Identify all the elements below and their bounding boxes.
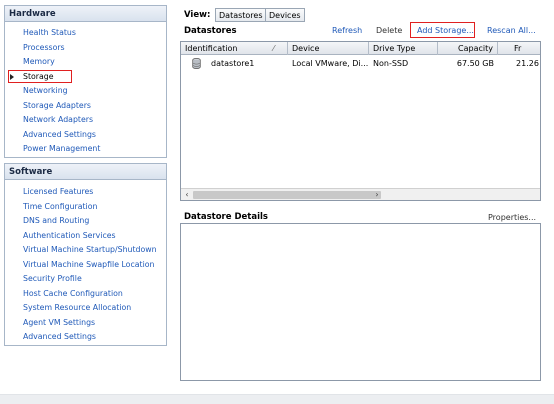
cell-device: Local VMware, Di...	[292, 59, 369, 68]
nav-storage-adapters[interactable]: Storage Adapters	[23, 100, 91, 112]
rescan-all-link[interactable]: Rescan All...	[487, 26, 536, 35]
selected-arrow-icon	[10, 74, 14, 80]
nav-security-profile[interactable]: Security Profile	[23, 273, 82, 285]
nav-vm-startup-shutdown[interactable]: Virtual Machine Startup/Shutdown	[23, 244, 157, 256]
nav-system-resource-allocation[interactable]: System Resource Allocation	[23, 302, 131, 314]
table-row[interactable]: datastore1 Local VMware, Di... Non-SSD 6…	[181, 42, 540, 72]
nav-authentication-services[interactable]: Authentication Services	[23, 230, 116, 242]
nav-memory[interactable]: Memory	[23, 56, 55, 68]
add-storage-link[interactable]: Add Storage...	[417, 26, 474, 35]
datastores-title: Datastores	[184, 26, 237, 36]
properties-link[interactable]: Properties...	[488, 213, 536, 222]
nav-agent-vm-settings[interactable]: Agent VM Settings	[23, 317, 95, 329]
nav-vm-swapfile-location[interactable]: Virtual Machine Swapfile Location	[23, 259, 154, 271]
nav-network-adapters[interactable]: Network Adapters	[23, 114, 93, 126]
hardware-panel: Hardware Health Status Processors Memory…	[4, 5, 167, 158]
nav-host-cache-configuration[interactable]: Host Cache Configuration	[23, 288, 123, 300]
scrollbar-thumb[interactable]	[193, 191, 381, 199]
cell-free: 21.26	[516, 59, 539, 68]
nav-advanced-settings-hw[interactable]: Advanced Settings	[23, 129, 96, 141]
view-datastores-button[interactable]: Datastores	[215, 8, 267, 22]
nav-time-configuration[interactable]: Time Configuration	[23, 201, 97, 213]
nav-licensed-features[interactable]: Licensed Features	[23, 186, 93, 198]
delete-link[interactable]: Delete	[376, 26, 402, 35]
scroll-right-icon[interactable]: ›	[371, 189, 383, 200]
nav-networking[interactable]: Networking	[23, 85, 68, 97]
view-label: View:	[184, 10, 211, 20]
cell-identification: datastore1	[211, 59, 255, 68]
software-panel-title: Software	[5, 164, 166, 180]
scroll-left-icon[interactable]: ‹	[181, 189, 193, 200]
hardware-panel-title: Hardware	[5, 6, 166, 22]
software-panel: Software Licensed Features Time Configur…	[4, 163, 167, 346]
status-bar	[0, 394, 554, 404]
horizontal-scrollbar[interactable]: ‹ ›	[181, 188, 540, 200]
datastore-icon	[192, 58, 201, 69]
nav-dns-routing[interactable]: DNS and Routing	[23, 215, 89, 227]
datastore-details-panel	[180, 223, 541, 381]
nav-advanced-settings-sw[interactable]: Advanced Settings	[23, 331, 96, 343]
refresh-link[interactable]: Refresh	[332, 26, 362, 35]
cell-capacity: 67.50 GB	[456, 59, 494, 68]
datastores-table: Identification ⁄ Device Drive Type Capac…	[180, 41, 541, 201]
nav-processors[interactable]: Processors	[23, 42, 65, 54]
view-devices-button[interactable]: Devices	[265, 8, 305, 22]
cell-drive-type: Non-SSD	[373, 59, 409, 68]
nav-storage[interactable]: Storage	[23, 71, 54, 83]
nav-health-status[interactable]: Health Status	[23, 27, 76, 39]
nav-power-management[interactable]: Power Management	[23, 143, 100, 155]
datastore-details-title: Datastore Details	[184, 212, 268, 222]
